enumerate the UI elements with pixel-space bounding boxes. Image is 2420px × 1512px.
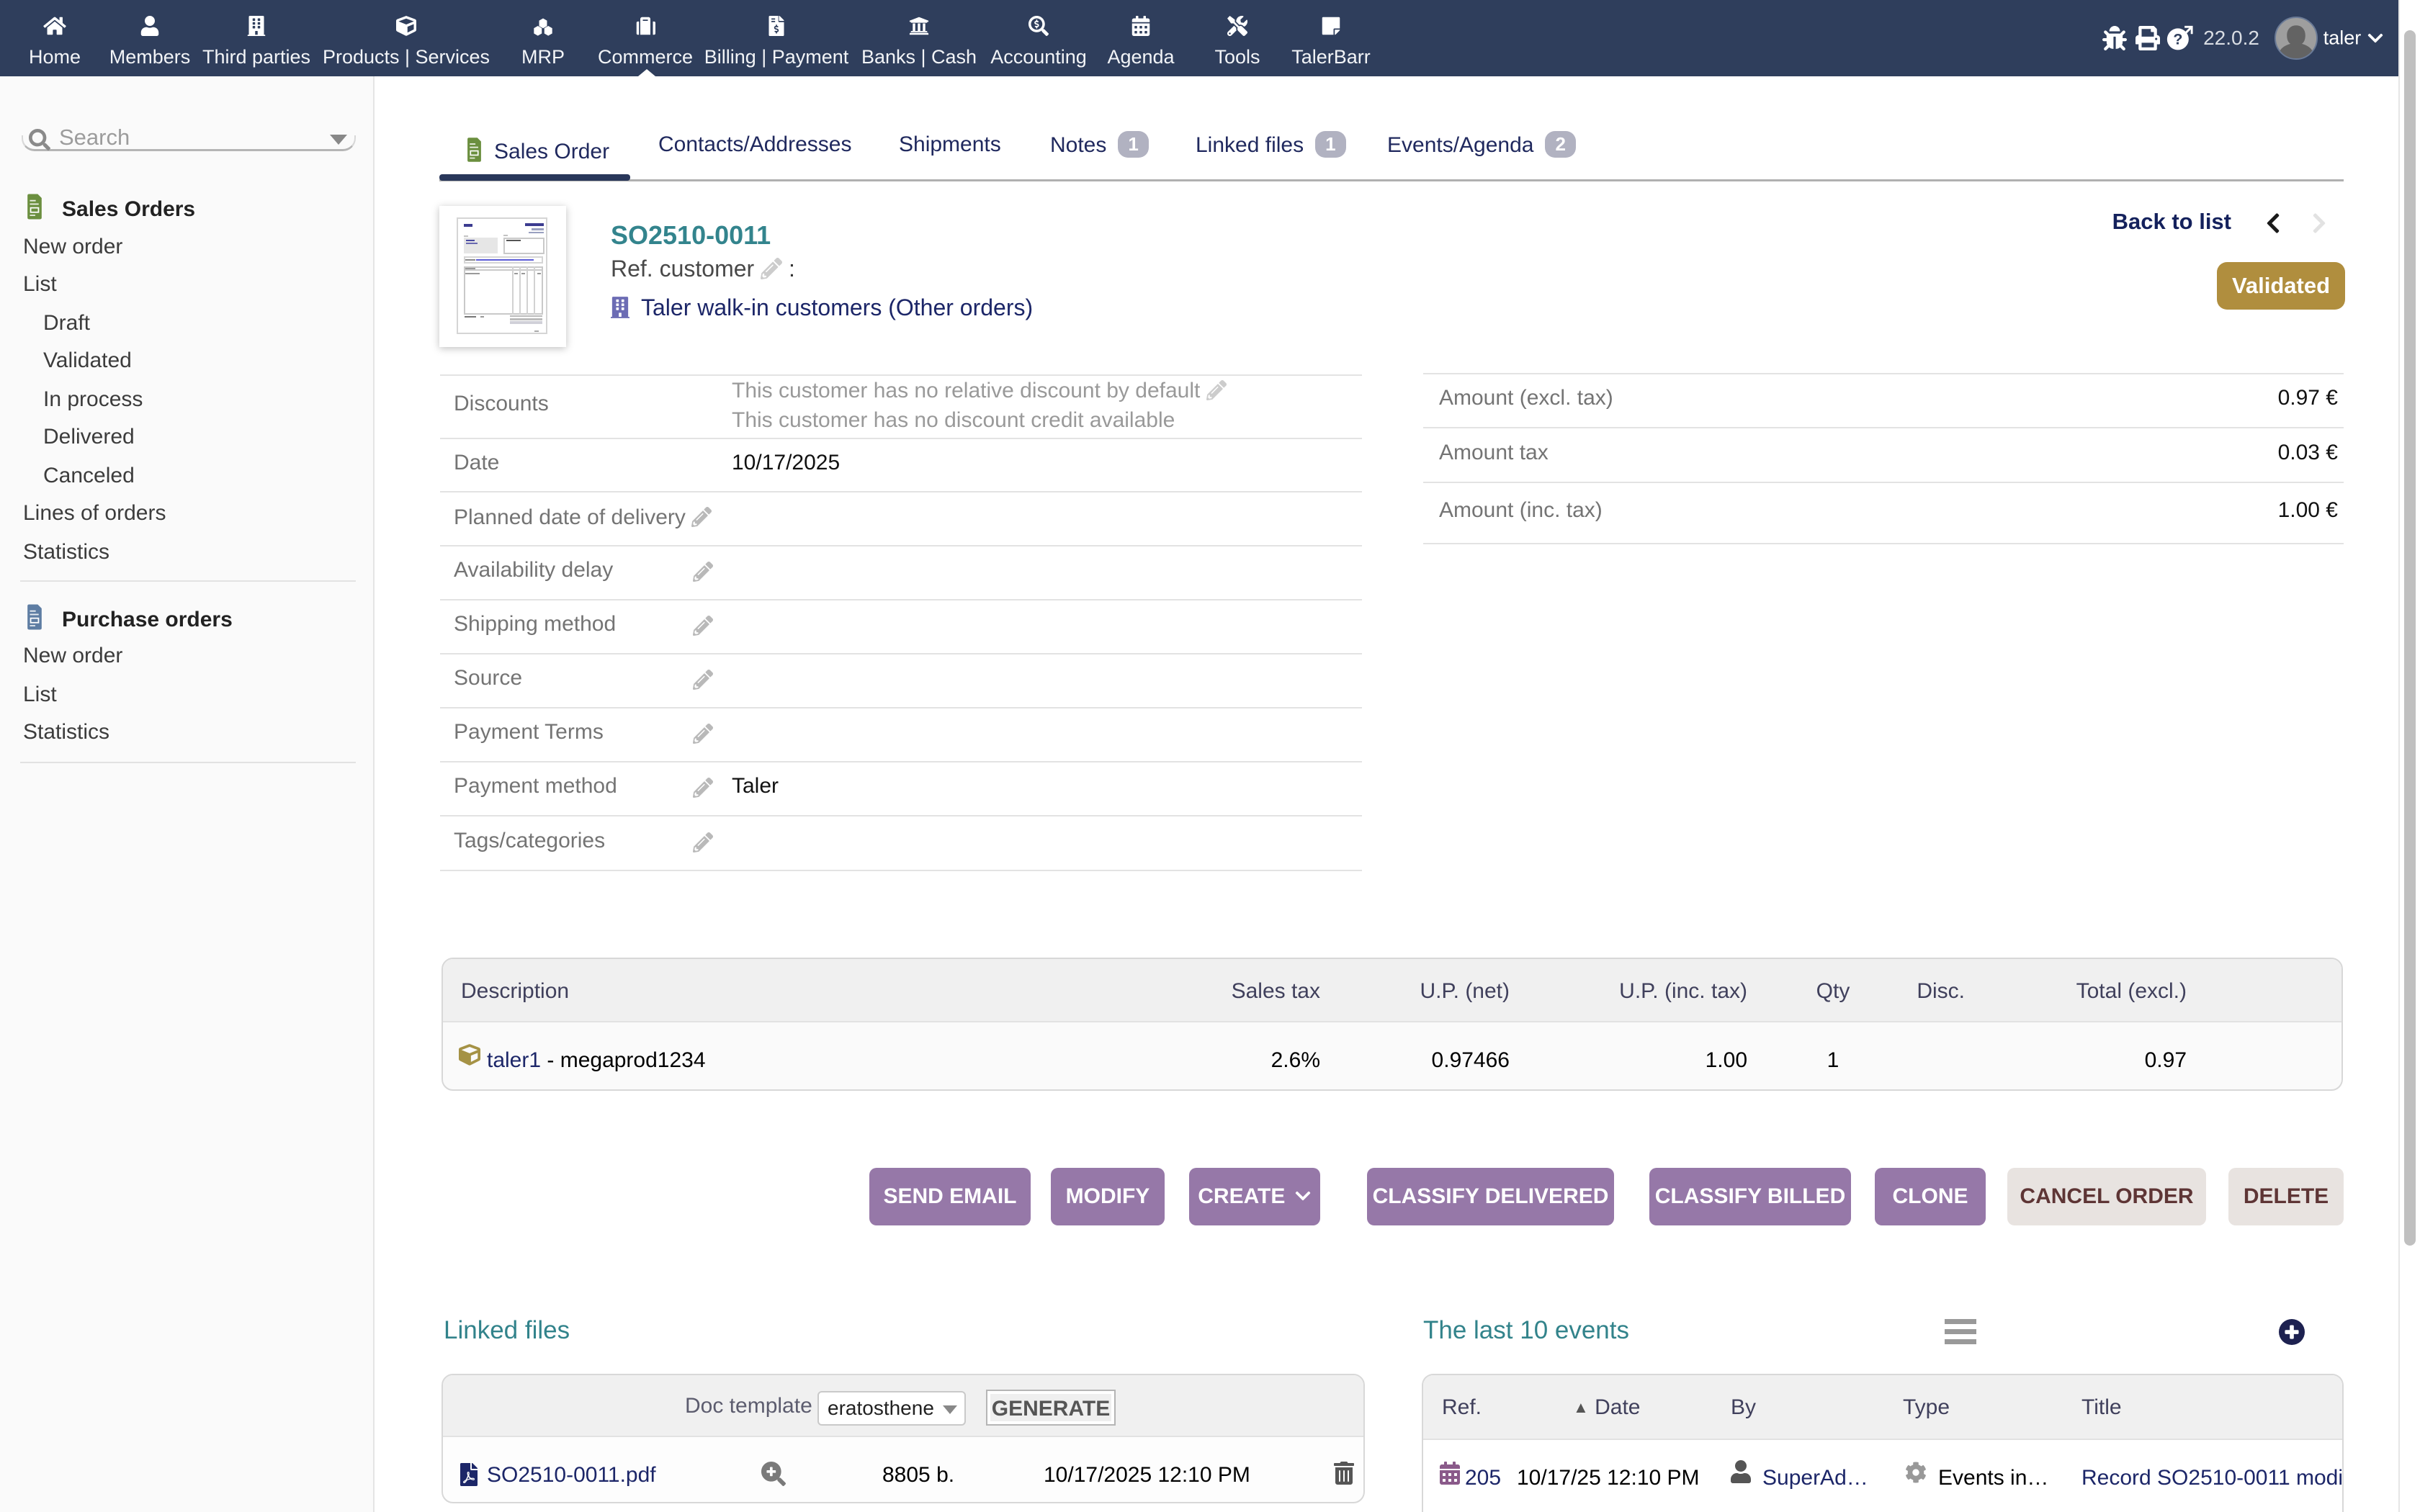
svg-text:?: ? (2173, 31, 2182, 48)
